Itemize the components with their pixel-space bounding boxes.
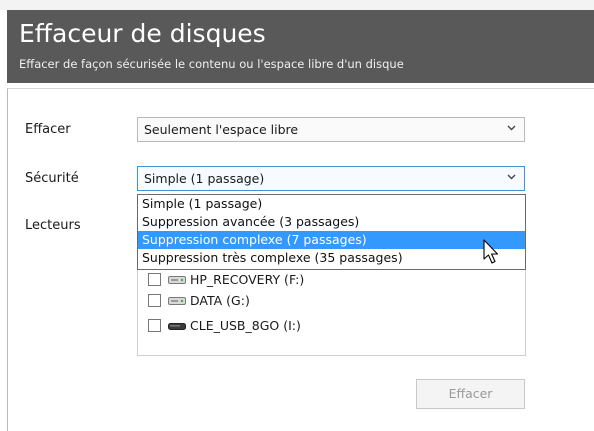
drive-checkbox[interactable] bbox=[148, 319, 161, 332]
drive-checkbox[interactable] bbox=[148, 273, 161, 286]
chevron-down-icon bbox=[507, 125, 516, 131]
window-top-strip bbox=[0, 0, 594, 10]
security-label: Sécurité bbox=[25, 171, 79, 186]
page-subtitle: Effacer de façon sécurisée le contenu ou… bbox=[19, 57, 404, 71]
security-option[interactable]: Suppression avancée (3 passages) bbox=[138, 213, 525, 231]
drives-label: Lecteurs bbox=[25, 218, 81, 233]
erase-mode-value: Seulement l'espace libre bbox=[144, 122, 299, 137]
drive-label: HP_RECOVERY (F:) bbox=[190, 272, 305, 287]
mouse-pointer-icon bbox=[483, 239, 499, 264]
drive-checkbox[interactable] bbox=[148, 294, 161, 307]
usb-drive-icon bbox=[168, 323, 186, 330]
security-option[interactable]: Simple (1 passage) bbox=[138, 195, 525, 213]
security-value: Simple (1 passage) bbox=[144, 171, 265, 186]
header-banner: Effaceur de disques Effacer de façon séc… bbox=[7, 10, 594, 83]
hard-drive-icon bbox=[168, 276, 186, 284]
erase-mode-select[interactable]: Seulement l'espace libre bbox=[137, 117, 525, 142]
erase-button[interactable]: Effacer bbox=[416, 379, 525, 409]
page-title: Effaceur de disques bbox=[19, 19, 266, 48]
hard-drive-icon bbox=[168, 297, 186, 305]
security-option[interactable]: Suppression complexe (7 passages) bbox=[138, 231, 525, 249]
security-dropdown-list[interactable]: Simple (1 passage) Suppression avancée (… bbox=[137, 194, 526, 270]
security-select[interactable]: Simple (1 passage) bbox=[137, 166, 525, 191]
drives-list[interactable]: HP_RECOVERY (F:) DATA (G:) CLE_USB_8GO (… bbox=[137, 256, 526, 356]
drive-label: DATA (G:) bbox=[190, 293, 250, 308]
security-option[interactable]: Suppression très complexe (35 passages) bbox=[138, 249, 525, 267]
chevron-down-icon bbox=[507, 174, 516, 180]
erase-mode-label: Effacer bbox=[25, 122, 71, 137]
drive-label: CLE_USB_8GO (I:) bbox=[190, 318, 301, 333]
